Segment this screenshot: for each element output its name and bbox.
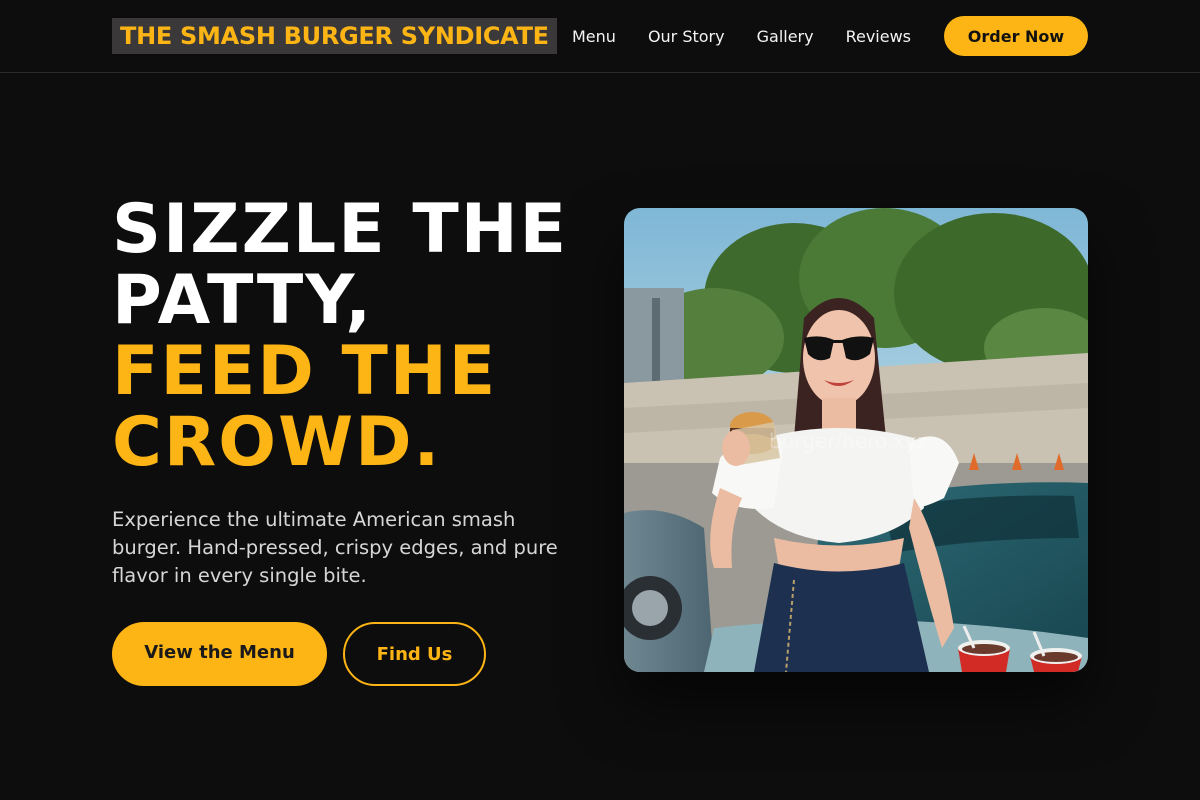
hero-photo-illustration: burger/hero.xyz (624, 208, 1088, 672)
photo-watermark: burger/hero.xyz (769, 429, 927, 453)
nav-link-gallery[interactable]: Gallery (757, 27, 814, 46)
headline-line-4: CROWD. (112, 403, 442, 482)
view-menu-button[interactable]: View the Menu (112, 622, 327, 686)
hero-subtitle: Experience the ultimate American smash b… (112, 508, 558, 587)
headline-line-3: FEED THE (112, 332, 498, 411)
brand-logo[interactable]: THE SMASH BURGER SYNDICATE (112, 18, 557, 54)
find-us-button[interactable]: Find Us (343, 622, 486, 686)
nav-link-reviews[interactable]: Reviews (846, 27, 911, 46)
nav-link-our-story[interactable]: Our Story (648, 27, 725, 46)
hero-headline: SIZZLE THE PATTY, FEED THE CROWD. (112, 194, 592, 478)
nav-link-menu[interactable]: Menu (572, 27, 616, 46)
order-now-button[interactable]: Order Now (944, 16, 1088, 56)
hero-photo: burger/hero.xyz (624, 208, 1088, 672)
site-header: THE SMASH BURGER SYNDICATE Menu Our Stor… (0, 0, 1200, 73)
headline-line-1: SIZZLE THE (112, 190, 569, 269)
main-nav: Menu Our Story Gallery Reviews (572, 0, 911, 72)
headline-line-2: PATTY, (112, 261, 374, 340)
